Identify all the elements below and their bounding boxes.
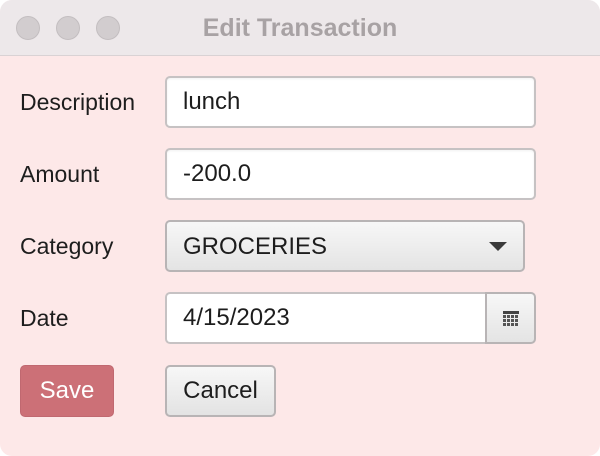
cancel-button[interactable]: Cancel (165, 365, 276, 417)
description-input[interactable] (165, 76, 536, 128)
description-label: Description (20, 89, 136, 115)
amount-input[interactable] (165, 148, 536, 200)
date-picker-button[interactable] (485, 292, 536, 344)
category-dropdown[interactable]: GROCERIES (165, 220, 525, 272)
edit-transaction-window: Edit Transaction Description Amount Cate… (0, 0, 600, 456)
date-input[interactable] (165, 292, 487, 344)
date-label: Date (20, 305, 69, 331)
chevron-down-icon (489, 242, 507, 251)
save-button[interactable]: Save (20, 365, 114, 417)
category-label: Category (20, 233, 114, 259)
window-title: Edit Transaction (202, 14, 398, 42)
category-selected-value: GROCERIES (183, 233, 328, 260)
title-bar: Edit Transaction (0, 0, 600, 56)
amount-label: Amount (20, 161, 100, 187)
calendar-icon (503, 311, 519, 326)
